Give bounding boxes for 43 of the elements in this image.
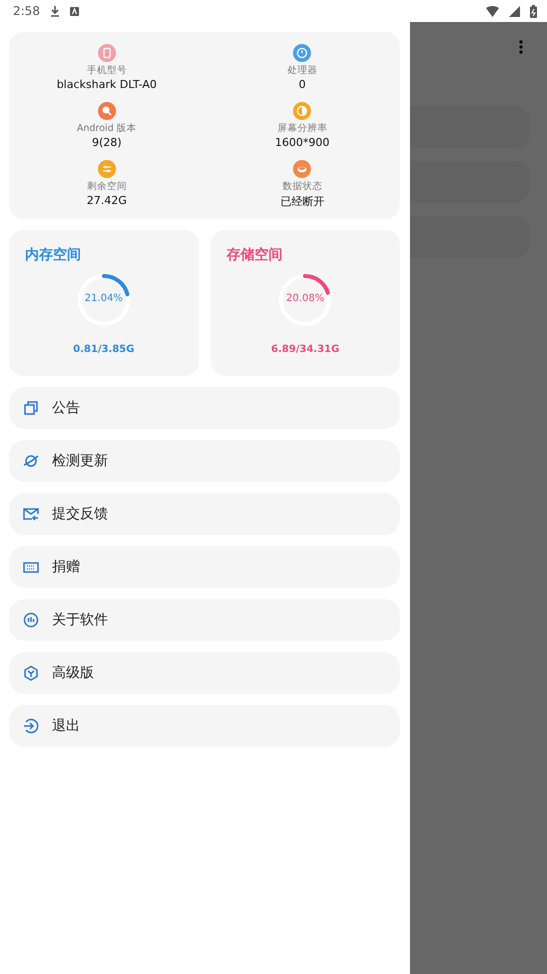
cube-icon bbox=[23, 665, 39, 681]
status-time: 2:58 bbox=[13, 4, 40, 18]
usage-text: 0.81/3.85G bbox=[73, 344, 134, 355]
menu-item[interactable]: 提交反馈 bbox=[9, 493, 400, 535]
battery-icon bbox=[530, 4, 537, 18]
phone-icon bbox=[98, 44, 116, 62]
info-value: 27.42G bbox=[86, 194, 127, 207]
usage-text: 6.89/34.31G bbox=[271, 344, 340, 355]
chart-circle-icon bbox=[23, 612, 39, 628]
info-label: 处理器 bbox=[287, 64, 318, 77]
wifi-icon bbox=[486, 6, 499, 16]
menu-item[interactable]: 捐赠 bbox=[9, 546, 400, 588]
info-value: 已经断开 bbox=[280, 194, 324, 209]
menu-item[interactable]: 检测更新 bbox=[9, 440, 400, 482]
progress-ring bbox=[76, 272, 132, 328]
info-label: 手机型号 bbox=[86, 64, 127, 77]
info-label: 剩余空间 bbox=[86, 180, 127, 193]
info-value: 9(28) bbox=[92, 136, 122, 149]
percent-text: 20.08% bbox=[285, 293, 326, 304]
info-value: blackshark DLT-A0 bbox=[56, 78, 157, 91]
info-value: 1600*900 bbox=[275, 136, 330, 149]
envelope-icon bbox=[23, 506, 39, 522]
menu-item[interactable]: 关于软件 bbox=[9, 599, 400, 641]
progress-ring bbox=[277, 272, 334, 328]
info-label: 数据状态 bbox=[282, 180, 322, 193]
card-title: 内存空间 bbox=[25, 246, 81, 264]
sliders-icon bbox=[98, 160, 116, 178]
info-label: Android 版本 bbox=[76, 122, 137, 135]
more-icon bbox=[519, 40, 523, 54]
planet-icon bbox=[23, 453, 39, 469]
menu-item[interactable]: 公告 bbox=[9, 387, 400, 429]
signal-icon bbox=[509, 6, 520, 16]
card-title: 存储空间 bbox=[226, 246, 282, 264]
menu-item[interactable]: 高级版 bbox=[9, 652, 400, 694]
notification-icon bbox=[70, 6, 79, 16]
exit-icon bbox=[23, 718, 39, 734]
info-value: 0 bbox=[298, 78, 306, 91]
menu-item[interactable]: 退出 bbox=[9, 705, 400, 747]
download-icon bbox=[50, 6, 60, 16]
search-icon bbox=[98, 102, 116, 120]
info-label: 屏幕分辨率 bbox=[277, 122, 328, 135]
copy-icon bbox=[23, 400, 39, 416]
percent-text: 21.04% bbox=[84, 293, 124, 304]
